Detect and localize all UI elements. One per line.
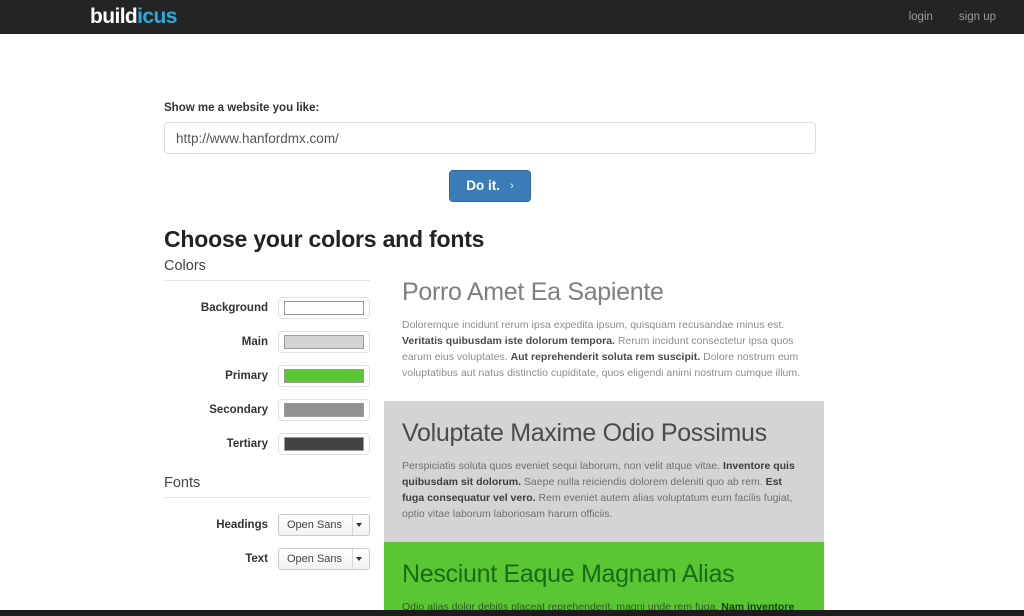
font-select-headings-value: Open Sans — [287, 519, 343, 531]
url-form-label: Show me a website you like: — [164, 102, 320, 114]
website-url-input[interactable] — [164, 122, 816, 154]
color-picker-primary[interactable] — [278, 365, 370, 387]
preview-panel-background: Porro Amet Ea Sapiente Doloremque incidu… — [384, 260, 824, 401]
page-title: Choose your colors and fonts — [164, 226, 485, 252]
chevron-right-icon: › — [510, 179, 514, 192]
preview-paragraph: Doloremque incidunt rerum ipsa expedita … — [402, 319, 801, 379]
site-logo[interactable]: buildicus — [90, 4, 177, 30]
color-row-primary: Primary — [164, 359, 370, 393]
font-rows: Headings Open Sans Text Open Sans — [164, 508, 370, 576]
color-picker-tertiary[interactable] — [278, 433, 370, 455]
font-row-text: Text Open Sans — [164, 542, 370, 576]
color-swatch-background — [284, 301, 364, 315]
settings-panel: Colors Background Main Primary Secondary… — [164, 258, 370, 576]
color-row-main: Main — [164, 325, 370, 359]
logo-text-accent: icus — [137, 5, 177, 28]
color-label-main: Main — [241, 336, 268, 348]
top-navigation-bar: buildicus login sign up — [0, 0, 1024, 34]
do-it-button-label: Do it. — [466, 178, 501, 193]
font-label-headings: Headings — [216, 519, 268, 531]
login-link[interactable]: login — [909, 11, 933, 23]
font-select-text[interactable]: Open Sans — [278, 548, 370, 570]
theme-preview: Porro Amet Ea Sapiente Doloremque incidu… — [384, 260, 824, 616]
color-picker-secondary[interactable] — [278, 399, 370, 421]
fonts-group-heading: Fonts — [164, 475, 370, 498]
top-nav-links: login sign up — [909, 0, 996, 34]
preview-heading: Voluptate Maxime Odio Possimus — [402, 419, 767, 447]
font-select-headings[interactable]: Open Sans — [278, 514, 370, 536]
color-swatch-main — [284, 335, 364, 349]
color-swatch-primary — [284, 369, 364, 383]
color-label-tertiary: Tertiary — [226, 438, 268, 450]
preview-heading: Nesciunt Eaque Magnam Alias — [402, 560, 735, 588]
color-rows: Background Main Primary Secondary Tertia… — [164, 291, 370, 461]
color-label-primary: Primary — [225, 370, 268, 382]
color-picker-main[interactable] — [278, 331, 370, 353]
color-row-secondary: Secondary — [164, 393, 370, 427]
chevron-down-icon — [352, 549, 365, 569]
preview-paragraph: Perspiciatis soluta quos eveniet sequi l… — [402, 460, 795, 520]
font-select-text-value: Open Sans — [287, 553, 343, 565]
color-label-secondary: Secondary — [209, 404, 268, 416]
color-swatch-secondary — [284, 403, 364, 417]
colors-group-heading: Colors — [164, 258, 370, 281]
color-row-tertiary: Tertiary — [164, 427, 370, 461]
preview-heading: Porro Amet Ea Sapiente — [402, 278, 664, 306]
preview-panel-primary: Nesciunt Eaque Magnam Alias Odio alias d… — [384, 542, 824, 616]
url-form: Show me a website you like: Do it. › — [164, 68, 816, 202]
color-swatch-tertiary — [284, 437, 364, 451]
color-picker-background[interactable] — [278, 297, 370, 319]
color-row-background: Background — [164, 291, 370, 325]
bottom-edge — [0, 610, 1024, 616]
logo-text-primary: build — [90, 5, 138, 28]
color-label-background: Background — [200, 302, 268, 314]
chevron-down-icon — [352, 515, 365, 535]
preview-panel-main: Voluptate Maxime Odio Possimus Perspicia… — [384, 401, 824, 542]
font-row-headings: Headings Open Sans — [164, 508, 370, 542]
font-label-text: Text — [245, 553, 268, 565]
do-it-button[interactable]: Do it. › — [449, 170, 531, 202]
signup-link[interactable]: sign up — [959, 11, 996, 23]
submit-row: Do it. › — [164, 170, 816, 202]
